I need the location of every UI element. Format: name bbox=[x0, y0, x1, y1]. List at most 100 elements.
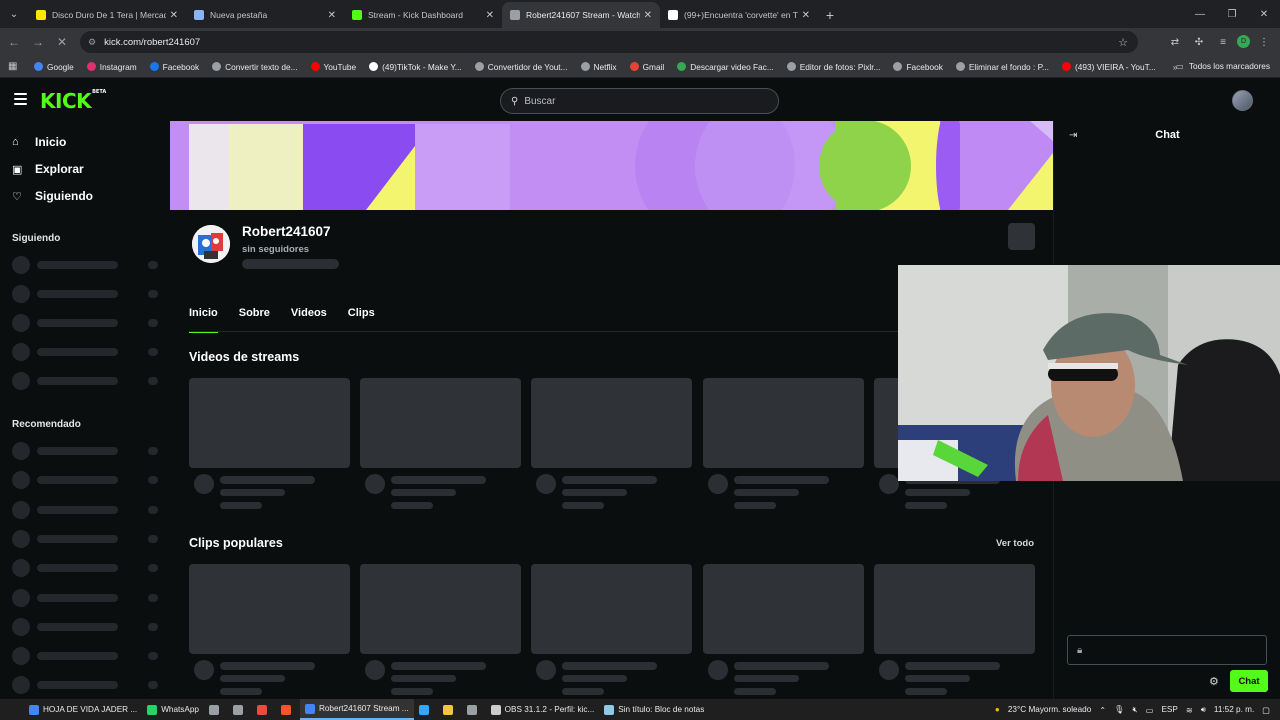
tab-close-icon[interactable]: ✕ bbox=[328, 10, 336, 21]
tab-search-chevron-icon[interactable]: ⌄ bbox=[0, 0, 28, 28]
user-avatar[interactable] bbox=[1232, 90, 1253, 111]
sidebar-channel-skeleton bbox=[12, 676, 160, 694]
bookmark-item[interactable]: Convertidor de Yout... bbox=[474, 62, 568, 72]
taskbar-app-icon bbox=[232, 704, 243, 715]
translate-icon[interactable]: ⇄ bbox=[1165, 32, 1185, 52]
microphone-icon[interactable]: 🎙︎ bbox=[1114, 705, 1124, 715]
chat-send-button[interactable]: Chat bbox=[1230, 670, 1268, 692]
chat-settings-gear-icon[interactable]: ⚙ bbox=[1209, 675, 1219, 688]
bookmark-item[interactable]: Eliminar el fondo : P... bbox=[955, 62, 1049, 72]
sidebar-item-inicio[interactable]: ⌂ Inicio bbox=[12, 135, 66, 149]
see-all-clips-link[interactable]: Ver todo bbox=[996, 538, 1034, 549]
taskbar-app[interactable] bbox=[228, 699, 252, 720]
bookmark-item[interactable]: Instagram bbox=[86, 62, 137, 72]
taskbar-app[interactable] bbox=[438, 699, 462, 720]
video-card-skeleton[interactable] bbox=[360, 378, 522, 509]
browser-tab[interactable]: Disco Duro De 1 Tera | Mercado ✕ bbox=[28, 2, 186, 28]
browser-toolbar: ← → ✕ ⚙ kick.com/robert241607 ☆ ⇄ ✣ ≡ D … bbox=[0, 28, 1280, 56]
bookmark-item[interactable]: Google bbox=[34, 62, 74, 72]
bookmark-star-icon[interactable]: ☆ bbox=[1118, 36, 1128, 49]
tab-videos[interactable]: Videos bbox=[291, 307, 327, 331]
bookmark-item[interactable]: (493) VIEIRA - YouT... bbox=[1061, 62, 1156, 72]
forward-arrow-icon[interactable]: → bbox=[26, 30, 50, 54]
browser-tab[interactable]: Nueva pestaña ✕ bbox=[186, 2, 344, 28]
video-card-skeleton[interactable] bbox=[360, 564, 522, 695]
bookmark-item[interactable]: Descargar video Fac... bbox=[677, 62, 774, 72]
tab-close-icon[interactable]: ✕ bbox=[486, 10, 494, 21]
language-indicator[interactable]: ESP bbox=[1161, 705, 1177, 714]
clock[interactable]: 11:52 p. m. bbox=[1214, 705, 1254, 714]
taskbar-app[interactable]: Sin título: Bloc de notas bbox=[599, 699, 709, 720]
video-card-skeleton[interactable] bbox=[873, 564, 1035, 695]
video-card-skeleton[interactable] bbox=[702, 378, 864, 509]
taskbar-app[interactable] bbox=[276, 699, 300, 720]
taskbar-app[interactable] bbox=[252, 699, 276, 720]
browser-tab[interactable]: (99+)Encuentra 'corvette' en Ti ✕ bbox=[660, 2, 818, 28]
tab-close-icon[interactable]: ✕ bbox=[644, 10, 652, 21]
site-info-icon[interactable]: ⚙ bbox=[88, 37, 96, 48]
bookmark-item[interactable]: (49)TikTok - Make Y... bbox=[369, 62, 462, 72]
stop-loading-icon[interactable]: ✕ bbox=[50, 30, 74, 54]
notifications-icon[interactable]: ▢ bbox=[1262, 705, 1270, 715]
taskbar-app[interactable] bbox=[462, 699, 486, 720]
taskbar-app[interactable] bbox=[414, 699, 438, 720]
browser-tab[interactable]: Stream - Kick Dashboard ✕ bbox=[344, 2, 502, 28]
video-card-skeleton[interactable] bbox=[531, 564, 693, 695]
battery-icon[interactable]: ▭ bbox=[1146, 705, 1154, 715]
tray-chevron-icon[interactable]: ⌃ bbox=[1099, 705, 1106, 715]
video-card-skeleton[interactable] bbox=[189, 378, 350, 509]
volume-icon[interactable]: 🔊︎ bbox=[1201, 705, 1206, 715]
window-controls: — ❐ ✕ bbox=[1184, 0, 1280, 28]
channel-avatar[interactable] bbox=[192, 225, 230, 263]
kick-logo-beta: BETA bbox=[92, 89, 107, 95]
new-tab-button[interactable]: + bbox=[818, 2, 842, 28]
weather-text[interactable]: 23°C Mayorm. soleado bbox=[1008, 705, 1091, 714]
mute-icon[interactable]: 🔇︎ bbox=[1133, 705, 1138, 715]
bookmark-item[interactable]: Facebook bbox=[149, 62, 199, 72]
video-card-skeleton[interactable] bbox=[189, 564, 350, 695]
chat-message-input[interactable]: 🔒︎ bbox=[1067, 635, 1267, 665]
restore-icon[interactable]: ❐ bbox=[1216, 0, 1248, 28]
bookmark-item[interactable]: Gmail bbox=[629, 62, 664, 72]
network-icon[interactable]: ≋ bbox=[1186, 705, 1193, 715]
taskbar-app[interactable]: HOJA DE VIDA JADER ... bbox=[24, 699, 142, 720]
media-list-icon[interactable]: ≡ bbox=[1213, 32, 1233, 52]
extensions-icon[interactable]: ✣ bbox=[1189, 32, 1209, 52]
taskbar-app-label: Robert241607 Stream ... bbox=[318, 704, 409, 713]
tab-close-icon[interactable]: ✕ bbox=[170, 10, 178, 21]
taskbar-app[interactable]: OBS 31.1.2 - Perfil: kic... bbox=[486, 699, 600, 720]
follow-button-skeleton[interactable] bbox=[1008, 223, 1035, 250]
sidebar-channel-skeleton bbox=[12, 442, 160, 460]
address-bar[interactable]: ⚙ kick.com/robert241607 ☆ bbox=[80, 31, 1138, 53]
minimize-icon[interactable]: — bbox=[1184, 0, 1216, 28]
tab-clips[interactable]: Clips bbox=[348, 307, 375, 331]
bookmark-favicon-icon bbox=[955, 62, 965, 71]
bookmark-label: YouTube bbox=[323, 61, 357, 72]
sidebar-channel-skeleton bbox=[12, 501, 160, 519]
bookmark-item[interactable]: Editor de fotos: Pixlr... bbox=[786, 62, 880, 72]
menu-hamburger-icon[interactable] bbox=[14, 93, 27, 105]
taskbar-app[interactable]: Robert241607 Stream ... bbox=[299, 699, 414, 720]
tab-sobre[interactable]: Sobre bbox=[239, 307, 270, 331]
video-card-skeleton[interactable] bbox=[531, 378, 693, 509]
video-card-skeleton[interactable] bbox=[702, 564, 864, 695]
browser-menu-icon[interactable]: ⋮ bbox=[1254, 32, 1274, 52]
all-bookmarks-button[interactable]: ▭ Todos los marcadores bbox=[1176, 61, 1270, 71]
search-input[interactable]: ⚲ Buscar bbox=[500, 88, 779, 114]
browser-tab[interactable]: Robert241607 Stream - Watch I ✕ bbox=[502, 2, 660, 28]
taskbar-app[interactable] bbox=[204, 699, 228, 720]
sidebar-item-siguiendo[interactable]: ♡ Siguiendo bbox=[12, 189, 93, 203]
kick-logo[interactable]: KICKBETA bbox=[40, 89, 106, 113]
sidebar-item-explorar[interactable]: ▣ Explorar bbox=[12, 162, 84, 176]
tab-close-icon[interactable]: ✕ bbox=[802, 10, 810, 21]
tab-inicio[interactable]: Inicio bbox=[189, 307, 218, 333]
bookmark-item[interactable]: Facebook bbox=[893, 62, 943, 72]
back-arrow-icon[interactable]: ← bbox=[2, 30, 26, 54]
bookmark-item[interactable]: Convertir texto de... bbox=[212, 62, 298, 72]
bookmark-item[interactable]: Netflix bbox=[580, 62, 617, 72]
close-icon[interactable]: ✕ bbox=[1248, 0, 1280, 28]
bookmark-item[interactable]: YouTube bbox=[310, 61, 357, 72]
taskbar-app[interactable]: WhatsApp bbox=[142, 699, 204, 720]
profile-avatar[interactable]: D bbox=[1237, 35, 1250, 48]
apps-grid-icon[interactable]: ▦ bbox=[8, 61, 24, 72]
